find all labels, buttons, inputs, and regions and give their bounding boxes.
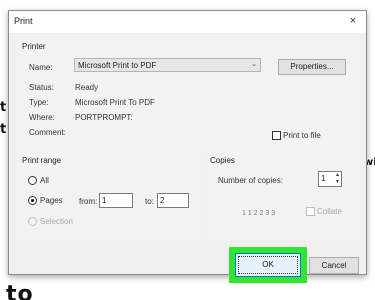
collate-checkbox[interactable] xyxy=(306,207,315,216)
print-to-file-label: Print to file xyxy=(283,131,321,140)
copies-value: 1 xyxy=(321,174,326,183)
to-label: to: xyxy=(145,197,154,206)
background-text-fragment: t xyxy=(0,122,7,137)
pages-label: Pages xyxy=(40,196,63,205)
copies-input[interactable]: 1 ▲ ▼ xyxy=(318,171,342,187)
radio-selected-dot xyxy=(31,199,34,202)
print-range-group-label: Print range xyxy=(22,156,62,165)
spin-up-icon[interactable]: ▲ xyxy=(335,172,340,178)
name-label: Name: xyxy=(29,63,53,72)
selection-label: Selection xyxy=(40,217,73,226)
focus-ring xyxy=(238,256,298,274)
type-label: Type: xyxy=(29,98,49,107)
number-of-copies-label: Number of copies: xyxy=(218,176,283,185)
all-label: All xyxy=(40,176,49,185)
background-text-fragment: to xyxy=(6,282,34,300)
spin-down-icon[interactable]: ▼ xyxy=(335,179,340,185)
where-value: PORTPROMPT: xyxy=(75,113,133,122)
printer-name-value: Microsoft Print to PDF xyxy=(78,61,157,70)
status-value: Ready xyxy=(75,83,99,92)
dialog-title: Print xyxy=(14,16,33,26)
cancel-button[interactable]: Cancel xyxy=(309,257,359,274)
background-text-fragment: t xyxy=(0,100,7,115)
from-label: from: xyxy=(79,197,98,206)
print-dialog: Print × Printer Name: Microsoft Print to… xyxy=(8,10,367,283)
collate-label: Collate xyxy=(317,207,342,216)
chevron-down-icon: ⌄ xyxy=(251,61,257,68)
status-label: Status: xyxy=(29,83,54,92)
type-value: Microsoft Print To PDF xyxy=(75,98,155,107)
from-page-input[interactable]: 1 xyxy=(99,193,133,208)
selection-radio[interactable] xyxy=(28,217,37,226)
print-to-file-checkbox[interactable] xyxy=(272,131,281,140)
collate-pages-icon: 1 1 2 2 3 3 xyxy=(242,210,276,217)
close-icon[interactable]: × xyxy=(347,15,359,27)
copies-panel xyxy=(207,153,360,241)
copies-group-label: Copies xyxy=(210,156,235,165)
comment-label: Comment: xyxy=(29,128,66,137)
all-radio[interactable] xyxy=(28,176,37,185)
printer-group-label: Printer xyxy=(22,42,46,51)
title-bar: Print × xyxy=(9,11,366,33)
properties-button[interactable]: Properties... xyxy=(278,59,346,75)
pages-radio[interactable] xyxy=(28,196,37,205)
to-page-input[interactable]: 2 xyxy=(157,193,189,208)
where-label: Where: xyxy=(29,113,55,122)
ok-button[interactable]: OK xyxy=(235,253,301,277)
printer-name-select[interactable]: Microsoft Print to PDF ⌄ xyxy=(74,58,261,72)
